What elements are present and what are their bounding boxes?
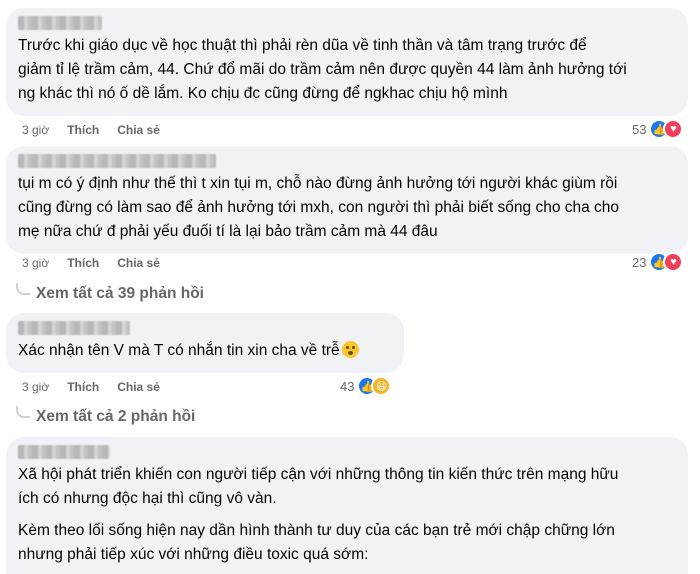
comment-line: giảm tỉ lệ trầm cảm, 44. Chứ đổ mãi do t… [18, 61, 627, 78]
comment-bubble: Xác nhận tên V mà T có nhắn tin xin cha … [6, 313, 404, 373]
view-replies-link[interactable]: Xem tất cả 39 phản hồi [16, 283, 204, 303]
comment-bubble: tụi m có ý định như thế thì t xin tụi m,… [6, 146, 688, 254]
reply-connector [16, 283, 30, 295]
comment-line: cũng đừng có làm sao để ảnh hưởng tới mx… [18, 199, 620, 216]
like-button[interactable]: Thích [67, 123, 99, 137]
author-name-redacted[interactable] [18, 16, 102, 30]
comment-2: tụi m có ý định như thế thì t xin tụi m,… [6, 146, 688, 254]
love-icon: ♥ [663, 119, 684, 139]
like-button[interactable]: Thích [67, 256, 99, 270]
view-replies-label[interactable]: Xem tất cả 2 phản hồi [36, 408, 195, 426]
timestamp[interactable]: 3 giờ [22, 380, 49, 394]
comment-line: tụi m có ý định như thế thì t xin tụi m,… [18, 175, 618, 192]
comment-line: Xác nhận tên V mà T có nhắn tin xin cha … [18, 339, 392, 363]
reaction-count: 23 [632, 254, 647, 270]
reply-connector [16, 406, 30, 418]
comment-actions: 3 giờ Thích Chia sẻ [22, 123, 160, 137]
reaction-summary[interactable]: 53 👍 ♥ [632, 119, 684, 139]
comment-actions: 3 giờ Thích Chia sẻ [22, 380, 160, 394]
comment-line: Kèm theo lối sống hiện nay dần hình thàn… [18, 522, 615, 539]
share-button[interactable]: Chia sẻ [117, 256, 160, 270]
reaction-summary[interactable]: 23 👍 ♥ [632, 252, 684, 272]
reaction-count: 53 [632, 121, 647, 137]
reaction-count: 43 [340, 378, 355, 394]
comment-bubble: Xã hội phát triển khiến con người tiếp c… [6, 437, 688, 574]
comment-bubble: Trước khi giáo dục về học thuật thì phải… [6, 8, 688, 116]
comment-line: ng khác thì nó ố dề lắm. Ko chịu đc cũng… [18, 85, 508, 102]
comment-1: Trước khi giáo dục về học thuật thì phải… [6, 8, 688, 116]
reaction-summary[interactable]: 43 👍 😆 [340, 376, 392, 396]
comment-line: Trước khi giáo dục về học thuật thì phải… [18, 37, 587, 54]
share-button[interactable]: Chia sẻ [117, 123, 160, 137]
comment-line: Xã hội phát triển khiến con người tiếp c… [18, 466, 619, 483]
comment-3: Xác nhận tên V mà T có nhắn tin xin cha … [6, 313, 404, 373]
comment-actions: 3 giờ Thích Chia sẻ [22, 256, 160, 270]
comment-paragraph: Kèm theo lối sống hiện nay dần hình thàn… [18, 519, 676, 567]
comment-4: Xã hội phát triển khiến con người tiếp c… [6, 437, 688, 574]
timestamp[interactable]: 3 giờ [22, 256, 49, 270]
author-name-redacted[interactable] [18, 445, 110, 459]
like-button[interactable]: Thích [67, 380, 99, 394]
comment-paragraph: Xã hội phát triển khiến con người tiếp c… [18, 463, 676, 511]
haha-icon: 😆 [371, 376, 392, 396]
comment-line: nhưng phải tiếp xúc với những điều toxic… [18, 546, 369, 563]
timestamp[interactable]: 3 giờ [22, 123, 49, 137]
comment-line: mẹ nữa chứ đ phải yếu đuối tí là lại bảo… [18, 223, 438, 240]
author-name-redacted[interactable] [18, 321, 130, 335]
view-replies-link[interactable]: Xem tất cả 2 phản hồi [16, 406, 195, 426]
comment-line: ích có nhưng độc hại thì cũng vô vàn. [18, 490, 277, 507]
share-button[interactable]: Chia sẻ [117, 380, 160, 394]
comment-text: Xác nhận tên V mà T có nhắn tin xin cha … [18, 342, 340, 359]
view-replies-label[interactable]: Xem tất cả 39 phản hồi [36, 285, 204, 303]
love-icon: ♥ [663, 252, 684, 272]
flushed-face-emoji-icon [341, 341, 359, 358]
author-name-redacted[interactable] [18, 154, 216, 168]
